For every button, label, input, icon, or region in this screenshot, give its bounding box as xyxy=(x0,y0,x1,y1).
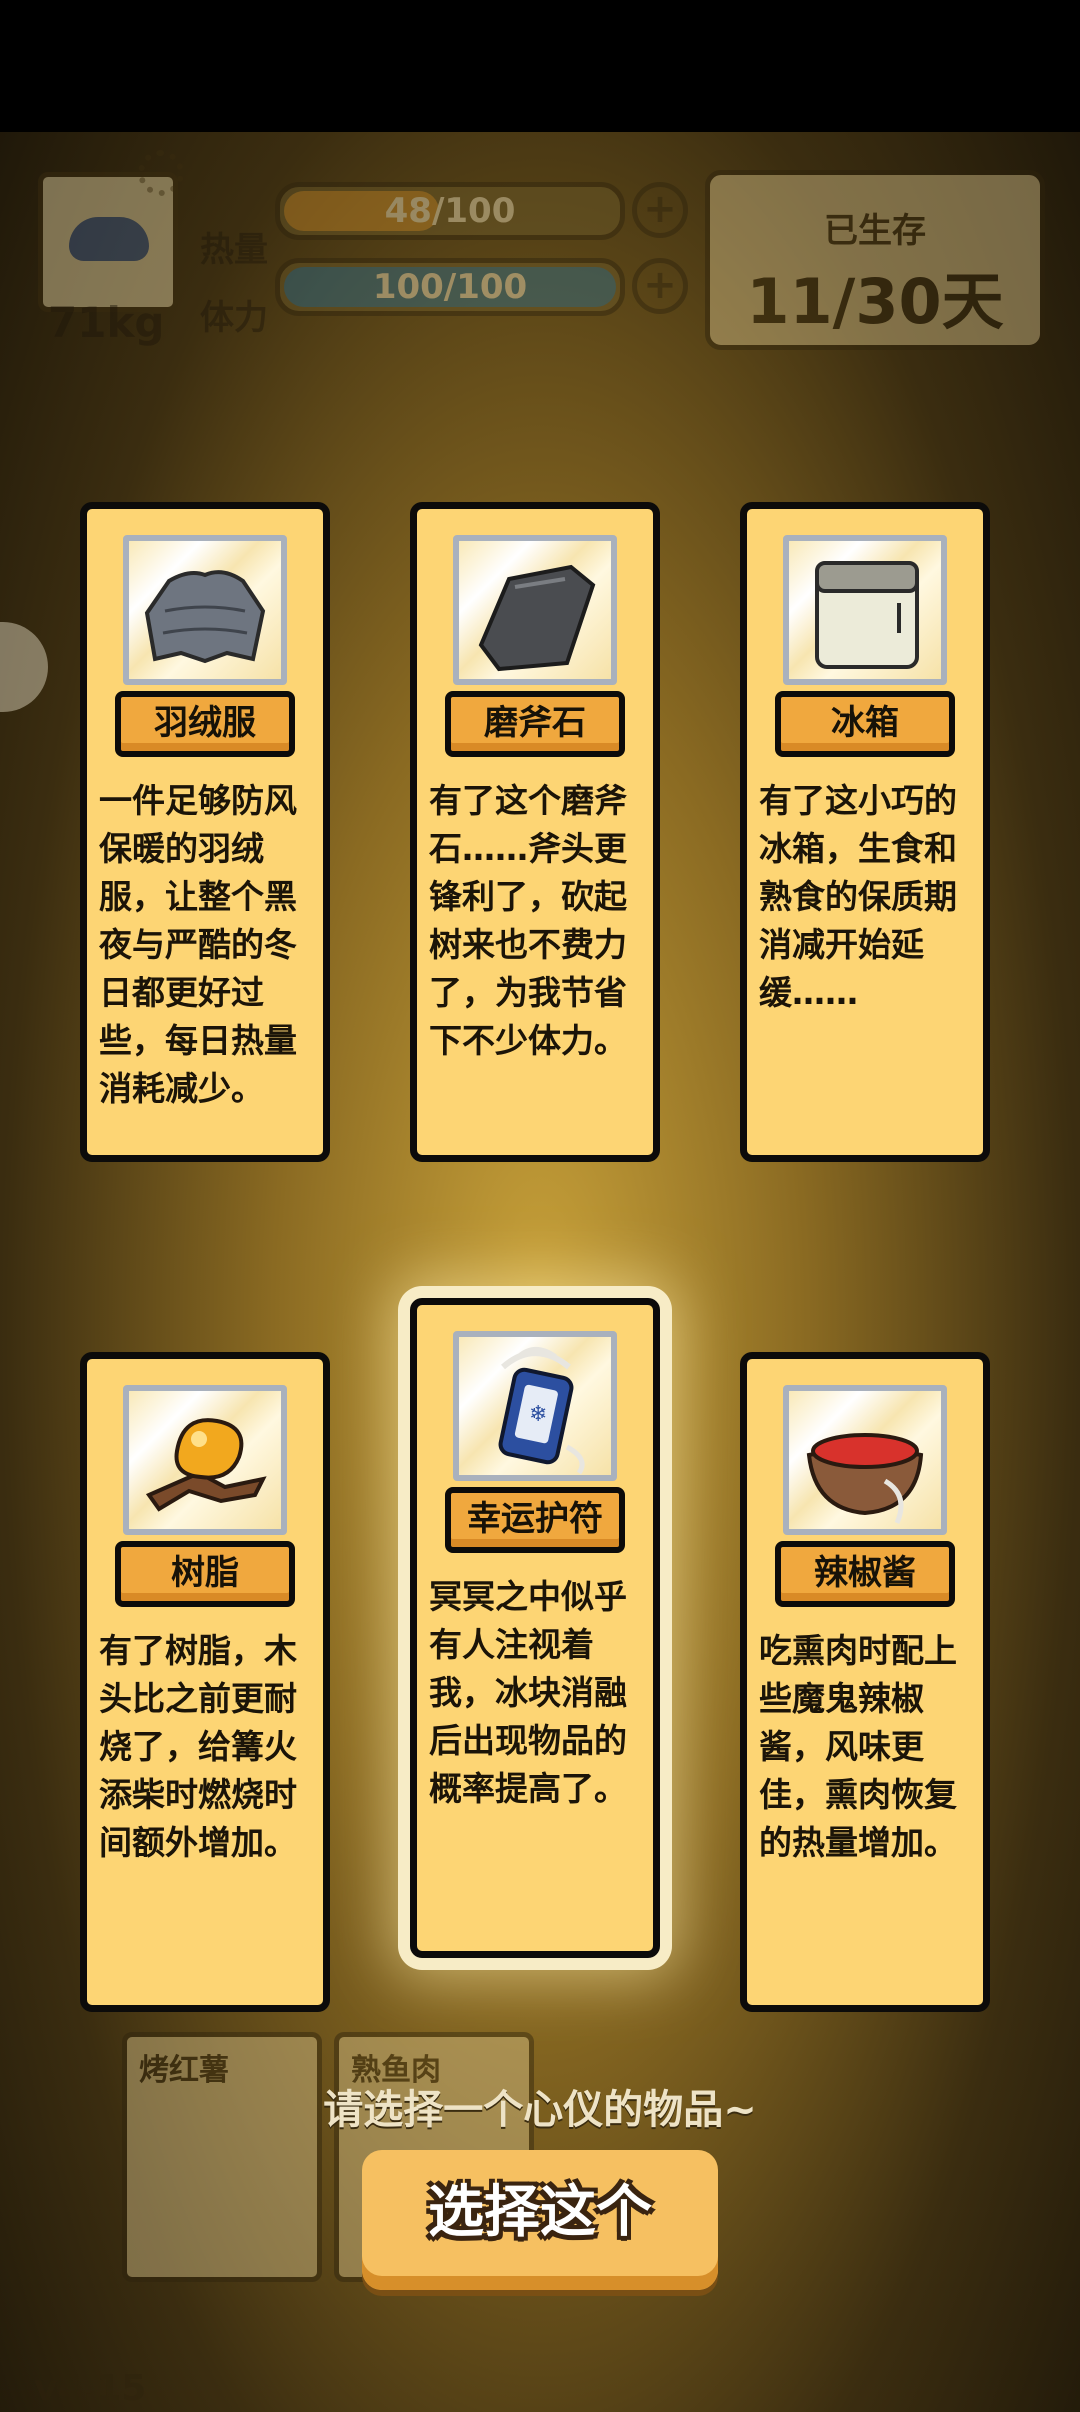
item-description: 吃熏肉时配上些魔鬼辣椒酱，风味更佳，熏肉恢复的热量增加。 xyxy=(759,1631,957,1862)
item-card-chili-sauce[interactable]: 辣椒酱 吃熏肉时配上些魔鬼辣椒酱，风味更佳，熏肉恢复的热量增加。 xyxy=(740,1352,990,2012)
bg-item-roast-sweet-potato: 烤红薯 xyxy=(122,2032,322,2282)
heat-bar: 48/100 xyxy=(275,182,625,240)
weight-text: 71kg xyxy=(48,298,165,347)
item-name: 冰箱 xyxy=(775,691,955,757)
item-description: 有了这小巧的冰箱，生食和熟食的保质期消减开始延缓…… xyxy=(759,781,957,1012)
item-image-frame xyxy=(783,535,947,685)
item-name: 辣椒酱 xyxy=(775,1541,955,1607)
version-text: v4.15 xyxy=(34,2368,147,2409)
svg-text:❄: ❄ xyxy=(529,1402,547,1427)
side-menu-tab xyxy=(0,622,48,712)
chili-sauce-icon xyxy=(806,1433,924,1524)
fridge-icon xyxy=(815,561,919,669)
add-heat-button: + xyxy=(632,182,688,238)
item-image-frame: ❄ xyxy=(453,1331,617,1481)
item-name: 磨斧石 xyxy=(445,691,625,757)
item-description: 有了这个磨斧石……斧头更锋利了，砍起树来也不费力了，为我节省下不少体力。 xyxy=(429,781,627,1060)
stamina-value: 100/100 xyxy=(372,267,528,307)
stamina-bar: 100/100 xyxy=(275,258,625,316)
game-screen: 71kg 热量 体力 48/100 100/100 + + 已生存 11/30天… xyxy=(0,0,1080,2412)
stamina-label: 体力 xyxy=(200,298,268,338)
item-name: 羽绒服 xyxy=(115,691,295,757)
item-card-lucky-amulet[interactable]: ❄ 幸运护符 冥冥之中似乎有人注视着我，冰块消融后出现物品的概率提高了。 xyxy=(410,1298,660,1958)
survived-days: 11/30天 xyxy=(746,265,1004,338)
heat-label: 热量 xyxy=(200,230,268,270)
item-card-down-jacket[interactable]: 羽绒服 一件足够防风保暖的羽绒服，让整个黑夜与严酷的冬日都更好过些，每日热量消耗… xyxy=(80,502,330,1162)
status-bar-area xyxy=(0,0,1080,132)
select-this-button[interactable]: 选择这个 xyxy=(362,2150,718,2290)
item-image-frame xyxy=(453,535,617,685)
item-image-frame xyxy=(123,535,287,685)
choose-prompt: 请选择一个心仪的物品~ xyxy=(323,2087,757,2133)
item-description: 冥冥之中似乎有人注视着我，冰块消融后出现物品的概率提高了。 xyxy=(429,1577,627,1808)
survived-label: 已生存 xyxy=(824,211,926,251)
item-image-frame xyxy=(783,1385,947,1535)
item-card-whetstone[interactable]: 磨斧石 有了这个磨斧石……斧头更锋利了，砍起树来也不费力了，为我节省下不少体力。 xyxy=(410,502,660,1162)
whetstone-icon xyxy=(478,564,596,672)
heat-value: 48/100 xyxy=(384,191,516,231)
item-name: 幸运护符 xyxy=(445,1487,625,1553)
add-stamina-button: + xyxy=(632,258,688,314)
gear-icon xyxy=(138,150,184,196)
item-name: 树脂 xyxy=(115,1541,295,1607)
whale-icon xyxy=(69,217,149,261)
item-description: 有了树脂，木头比之前更耐烧了，给篝火添柴时燃烧时间额外增加。 xyxy=(99,1631,297,1862)
down-jacket-icon xyxy=(144,570,266,664)
item-card-fridge[interactable]: 冰箱 有了这小巧的冰箱，生食和熟食的保质期消减开始延缓…… xyxy=(740,502,990,1162)
lucky-amulet-icon: ❄ xyxy=(498,1347,585,1475)
survival-days-panel: 已生存 11/30天 xyxy=(705,170,1045,350)
item-image-frame xyxy=(123,1385,287,1535)
item-description: 一件足够防风保暖的羽绒服，让整个黑夜与严酷的冬日都更好过些，每日热量消耗减少。 xyxy=(99,781,297,1108)
resin-icon xyxy=(145,1418,267,1512)
item-card-resin[interactable]: 树脂 有了树脂，木头比之前更耐烧了，给篝火添柴时燃烧时间额外增加。 xyxy=(80,1352,330,2012)
